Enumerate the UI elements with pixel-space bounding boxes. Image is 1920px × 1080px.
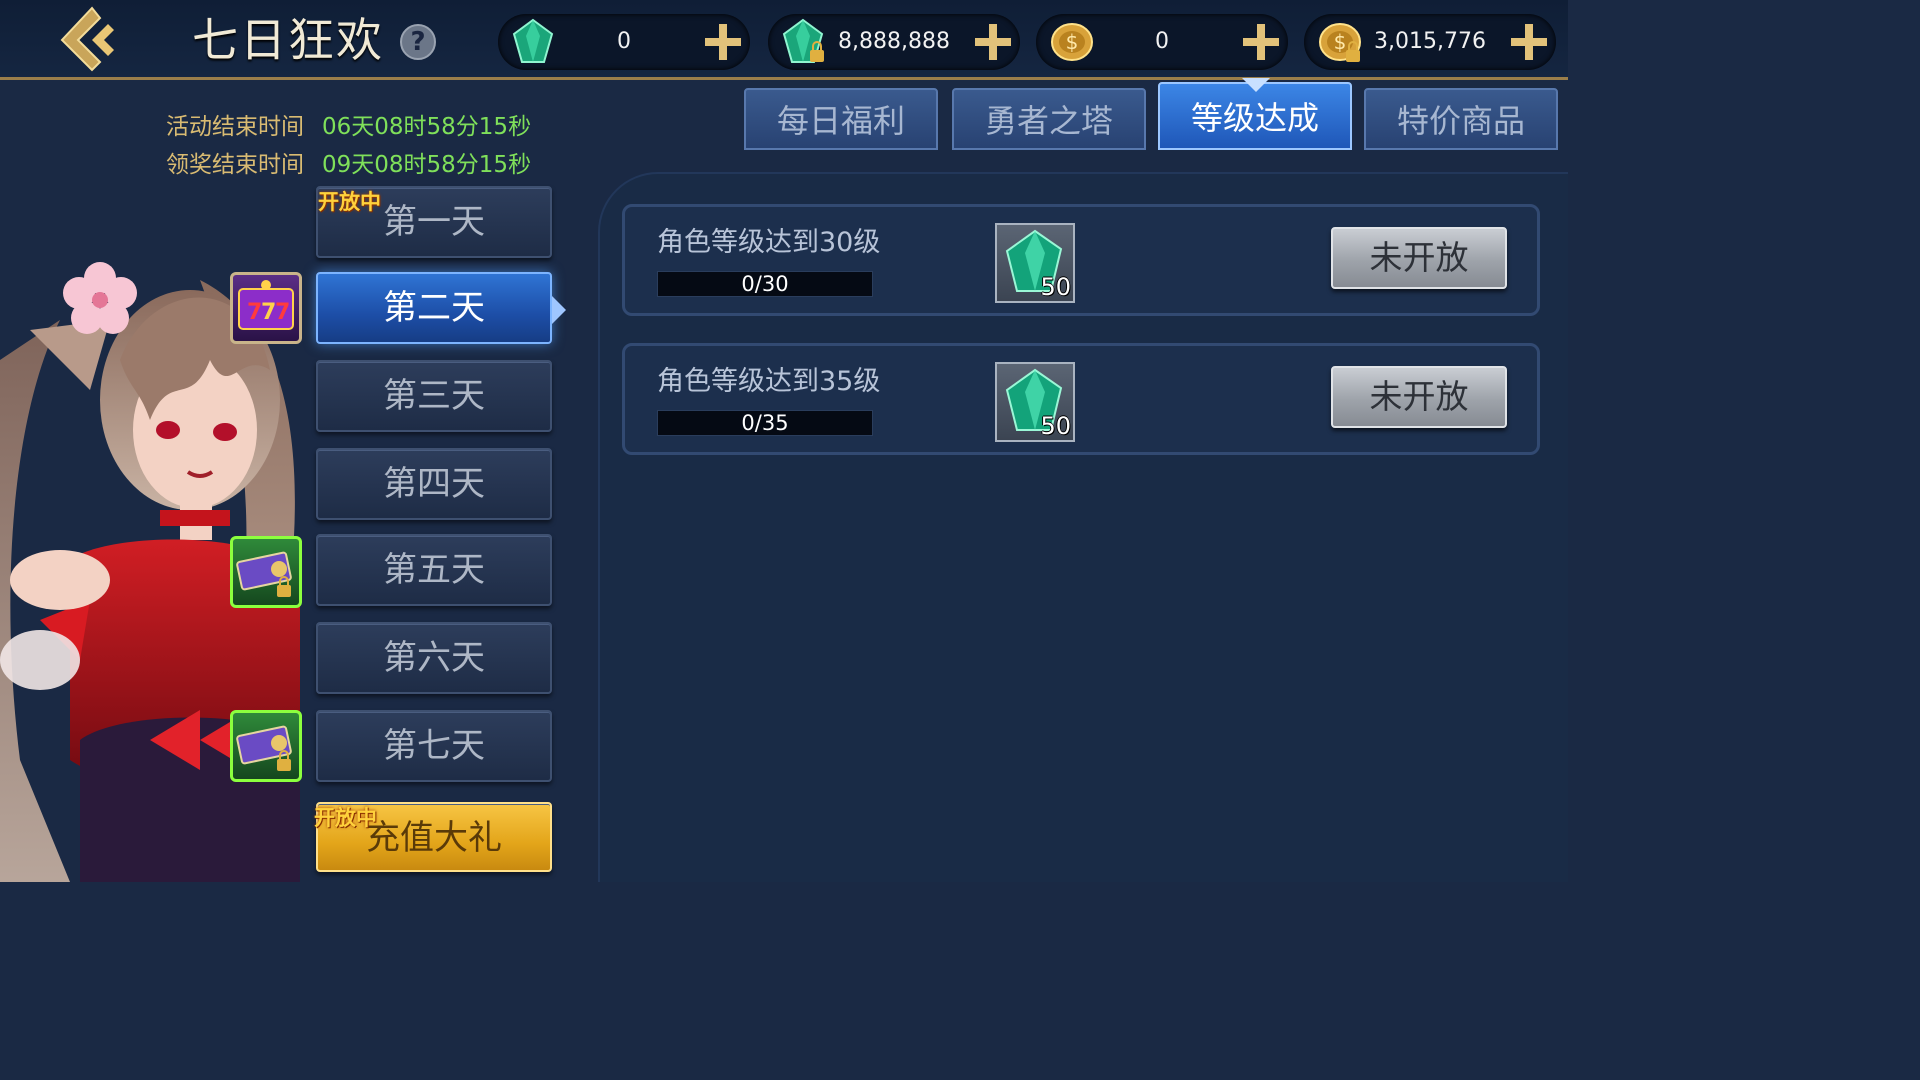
day-2-button[interactable]: 第二天 — [316, 272, 552, 344]
top-bar: 七日狂欢 ? 0 8,888,888 $ 0 $ 3,015,776 — [0, 0, 1568, 80]
svg-text:$: $ — [1334, 30, 1347, 54]
task-title: 角色等级达到30级 — [657, 227, 881, 258]
task-title: 角色等级达到35级 — [657, 366, 881, 397]
event-end-label: 活动结束时间 — [166, 114, 304, 140]
open-status-tag: 开放中 — [318, 190, 381, 214]
tab-label: 每日福利 — [776, 102, 905, 140]
back-arrow-icon[interactable] — [56, 4, 136, 74]
reward-item[interactable]: 50 — [995, 223, 1075, 303]
locked-ticket-icon[interactable] — [230, 536, 302, 608]
gold-coin-icon: $ — [1046, 18, 1096, 66]
currency-value: 0 — [1155, 29, 1169, 54]
claim-button[interactable]: 未开放 — [1331, 366, 1507, 428]
tab-hero-tower[interactable]: 勇者之塔 — [952, 88, 1146, 150]
add-green-gem-button[interactable] — [700, 20, 746, 64]
claim-button-label: 未开放 — [1369, 377, 1469, 416]
day-label: 第二天 — [383, 288, 485, 328]
add-gold-coin-button[interactable] — [1238, 20, 1284, 64]
add-locked-coin-button[interactable] — [1506, 20, 1552, 64]
svg-text:$: $ — [1066, 30, 1079, 54]
day-label: 第六天 — [383, 638, 485, 678]
claim-end-timer: 领奖结束时间 09天08时58分15秒 — [166, 150, 531, 180]
tab-level-achievement[interactable]: 等级达成 — [1158, 82, 1352, 150]
locked-green-gem-icon — [778, 18, 828, 66]
claim-end-label: 领奖结束时间 — [166, 152, 304, 178]
day-label: 第一天 — [383, 202, 485, 242]
task-progress: 0/30 — [657, 271, 873, 297]
day-label: 第五天 — [383, 550, 485, 590]
task-row: 角色等级达到35级 0/35 50 未开放 — [622, 343, 1540, 455]
currency-value: 3,015,776 — [1374, 29, 1486, 54]
currency-gold-coin: $ 0 — [1036, 14, 1288, 70]
locked-ticket-icon[interactable] — [230, 710, 302, 782]
reward-count: 50 — [1040, 412, 1071, 440]
selected-arrow-icon — [552, 296, 566, 324]
tab-label: 特价商品 — [1396, 102, 1525, 140]
day-7-button[interactable]: 第七天 — [316, 710, 552, 782]
currency-green-gem: 0 — [498, 14, 750, 70]
slot-machine-icon[interactable]: 7 7 7 — [230, 272, 302, 344]
day-label: 第三天 — [383, 376, 485, 416]
open-status-tag: 开放中 — [314, 806, 377, 830]
day-6-button[interactable]: 第六天 — [316, 622, 552, 694]
locked-gold-coin-icon: $ — [1314, 18, 1364, 66]
recharge-gift-label: 充值大礼 — [366, 818, 502, 858]
reward-item[interactable]: 50 — [995, 362, 1075, 442]
event-end-timer: 活动结束时间 06天08时58分15秒 — [166, 112, 531, 142]
tab-label: 勇者之塔 — [984, 102, 1113, 140]
day-label: 第七天 — [383, 726, 485, 766]
claim-button[interactable]: 未开放 — [1331, 227, 1507, 289]
green-gem-icon — [508, 18, 558, 66]
active-tab-caret-icon — [1242, 78, 1270, 92]
svg-text:7: 7 — [275, 300, 290, 325]
day-5-button[interactable]: 第五天 — [316, 534, 552, 606]
task-row: 角色等级达到30级 0/30 50 未开放 — [622, 204, 1540, 316]
task-progress: 0/35 — [657, 410, 873, 436]
claim-button-label: 未开放 — [1369, 238, 1469, 277]
help-icon[interactable]: ? — [400, 24, 436, 60]
add-locked-gem-button[interactable] — [970, 20, 1016, 64]
currency-locked-gem: 8,888,888 — [768, 14, 1020, 70]
currency-value: 0 — [617, 29, 631, 54]
page-title: 七日狂欢 — [192, 13, 384, 67]
currency-locked-coin: $ 3,015,776 — [1304, 14, 1556, 70]
tab-label: 等级达成 — [1190, 99, 1319, 137]
event-end-value: 06天08时58分15秒 — [322, 114, 532, 140]
tab-special-offers[interactable]: 特价商品 — [1364, 88, 1558, 150]
day-4-button[interactable]: 第四天 — [316, 448, 552, 520]
claim-end-value: 09天08时58分15秒 — [322, 152, 532, 178]
reward-count: 50 — [1040, 273, 1071, 301]
tab-daily-welfare[interactable]: 每日福利 — [744, 88, 938, 150]
day-label: 第四天 — [383, 464, 485, 504]
currency-value: 8,888,888 — [838, 29, 950, 54]
day-3-button[interactable]: 第三天 — [316, 360, 552, 432]
